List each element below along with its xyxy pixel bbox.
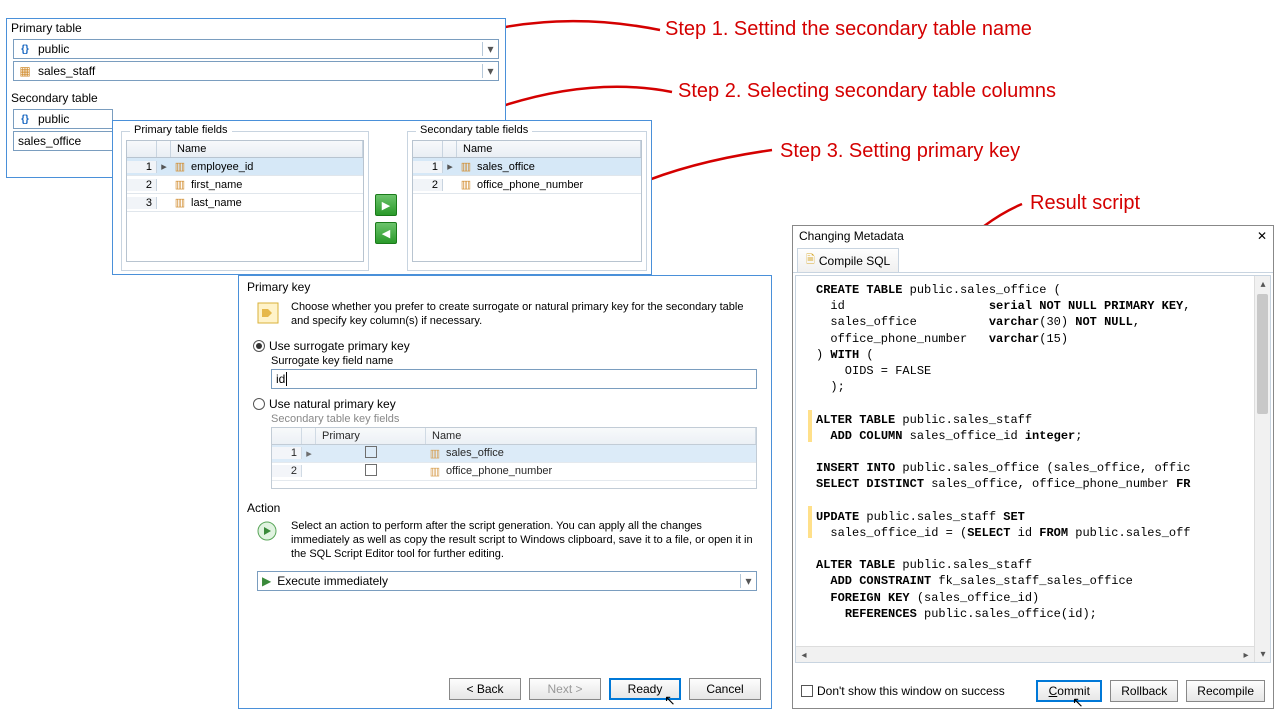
column-header-name: Name xyxy=(457,141,641,157)
table-row: 1▸sales_office xyxy=(272,445,756,463)
radio-natural[interactable]: Use natural primary key xyxy=(253,397,771,411)
column-icon xyxy=(171,196,189,209)
cancel-button[interactable]: Cancel xyxy=(689,678,761,700)
column-header-primary: Primary xyxy=(316,428,426,444)
callout-step3: Step 3. Setting primary key xyxy=(780,140,1020,163)
primary-table-label: Primary table xyxy=(7,19,505,37)
dont-show-checkbox[interactable]: Don't show this window on success xyxy=(801,684,1005,698)
action-title: Action xyxy=(239,497,771,519)
primary-table-select[interactable]: sales_staff ▾ xyxy=(13,61,499,81)
column-icon xyxy=(457,178,475,191)
secondary-fields-label: Secondary table fields xyxy=(416,124,532,136)
chevron-down-icon[interactable]: ▾ xyxy=(482,64,498,78)
column-header-name: Name xyxy=(171,141,363,157)
field-name: last_name xyxy=(189,197,242,209)
table-row[interactable]: 2first_name xyxy=(127,176,363,194)
table-row[interactable]: 1▸employee_id xyxy=(127,158,363,176)
field-name: office_phone_number xyxy=(444,465,552,477)
close-icon[interactable]: ✕ xyxy=(1257,229,1267,243)
checkbox xyxy=(365,464,377,476)
tab-compile-sql[interactable]: Compile SQL xyxy=(797,248,899,272)
radio-surrogate-label: Use surrogate primary key xyxy=(269,339,410,353)
ready-button[interactable]: Ready xyxy=(609,678,681,700)
rollback-button[interactable]: Rollback xyxy=(1110,680,1178,702)
callout-step1: Step 1. Settind the secondary table name xyxy=(665,18,1032,41)
table-icon xyxy=(17,63,33,79)
scrollbar-vertical[interactable]: ▴ ▾ xyxy=(1254,276,1270,662)
modal-title-text: Changing Metadata xyxy=(799,229,904,243)
changing-metadata-modal: Changing Metadata ✕ Compile SQL CREATE T… xyxy=(792,225,1274,709)
next-button: Next > xyxy=(529,678,601,700)
secondary-schema-select[interactable]: {} public xyxy=(13,109,113,129)
primary-fields-grid[interactable]: Name 1▸employee_id 2first_name 3last_nam… xyxy=(126,140,364,262)
secondary-table-input[interactable]: sales_office xyxy=(13,131,113,151)
action-icon xyxy=(255,519,281,545)
action-text: Select an action to perform after the sc… xyxy=(291,519,761,562)
column-icon xyxy=(171,178,189,191)
chevron-down-icon[interactable]: ▾ xyxy=(482,42,498,56)
move-right-button[interactable]: ▶ xyxy=(375,194,397,216)
field-name: employee_id xyxy=(189,161,253,173)
recompile-button[interactable]: Recompile xyxy=(1186,680,1265,702)
primary-fields-label: Primary table fields xyxy=(130,124,232,136)
sql-content: CREATE TABLE public.sales_office ( id se… xyxy=(796,276,1270,628)
surrogate-field-label: Surrogate key field name xyxy=(271,355,757,367)
primary-schema-value: public xyxy=(36,42,482,56)
secondary-table-label: Secondary table xyxy=(7,89,505,107)
primary-key-title: Primary key xyxy=(239,276,771,298)
checkbox xyxy=(365,446,377,458)
table-row[interactable]: 2office_phone_number xyxy=(413,176,641,194)
field-name: sales_office xyxy=(475,161,535,173)
secondary-schema-value: public xyxy=(36,112,112,126)
schema-icon: {} xyxy=(17,41,33,57)
radio-surrogate[interactable]: Use surrogate primary key xyxy=(253,339,771,353)
column-icon xyxy=(457,160,475,173)
sec-key-grid: PrimaryName 1▸sales_office 2office_phone… xyxy=(271,427,757,489)
scrollbar-horizontal[interactable]: ◂ ▸ xyxy=(796,646,1254,662)
table-row[interactable]: 3last_name xyxy=(127,194,363,212)
primary-schema-select[interactable]: {} public ▾ xyxy=(13,39,499,59)
action-select[interactable]: ▶ Execute immediately ▾ xyxy=(257,571,757,591)
secondary-fields-grid[interactable]: Name 1▸sales_office 2office_phone_number xyxy=(412,140,642,262)
column-icon xyxy=(426,465,444,478)
primary-key-intro: Choose whether you prefer to create surr… xyxy=(291,300,763,329)
table-row[interactable]: 1▸sales_office xyxy=(413,158,641,176)
chevron-down-icon[interactable]: ▾ xyxy=(740,574,756,588)
back-button[interactable]: < Back xyxy=(449,678,521,700)
field-name: first_name xyxy=(189,179,242,191)
modal-titlebar: Changing Metadata ✕ xyxy=(793,226,1273,246)
sql-editor[interactable]: CREATE TABLE public.sales_office ( id se… xyxy=(795,275,1271,663)
column-icon xyxy=(171,160,189,173)
primary-key-panel: Primary key Choose whether you prefer to… xyxy=(238,275,772,709)
callout-step2: Step 2. Selecting secondary table column… xyxy=(678,80,1056,103)
commit-button[interactable]: Commit xyxy=(1036,680,1102,702)
column-icon xyxy=(426,447,444,460)
callout-result: Result script xyxy=(1030,192,1140,215)
column-header-name: Name xyxy=(426,428,756,444)
schema-icon: {} xyxy=(17,111,33,127)
primary-table-value: sales_staff xyxy=(36,64,482,78)
move-left-button[interactable]: ◀ xyxy=(375,222,397,244)
field-name: sales_office xyxy=(444,447,504,459)
sec-key-fields-label: Secondary table key fields xyxy=(271,413,757,425)
field-name: office_phone_number xyxy=(475,179,583,191)
key-icon xyxy=(255,300,281,326)
action-select-value: Execute immediately xyxy=(275,574,740,588)
radio-natural-label: Use natural primary key xyxy=(269,397,396,411)
dont-show-label: Don't show this window on success xyxy=(817,684,1005,698)
table-fields-panel: Primary table fields Name 1▸employee_id … xyxy=(112,120,652,275)
play-icon: ▶ xyxy=(258,574,275,588)
table-row: 2office_phone_number xyxy=(272,463,756,481)
surrogate-field-input[interactable]: id xyxy=(271,369,757,389)
